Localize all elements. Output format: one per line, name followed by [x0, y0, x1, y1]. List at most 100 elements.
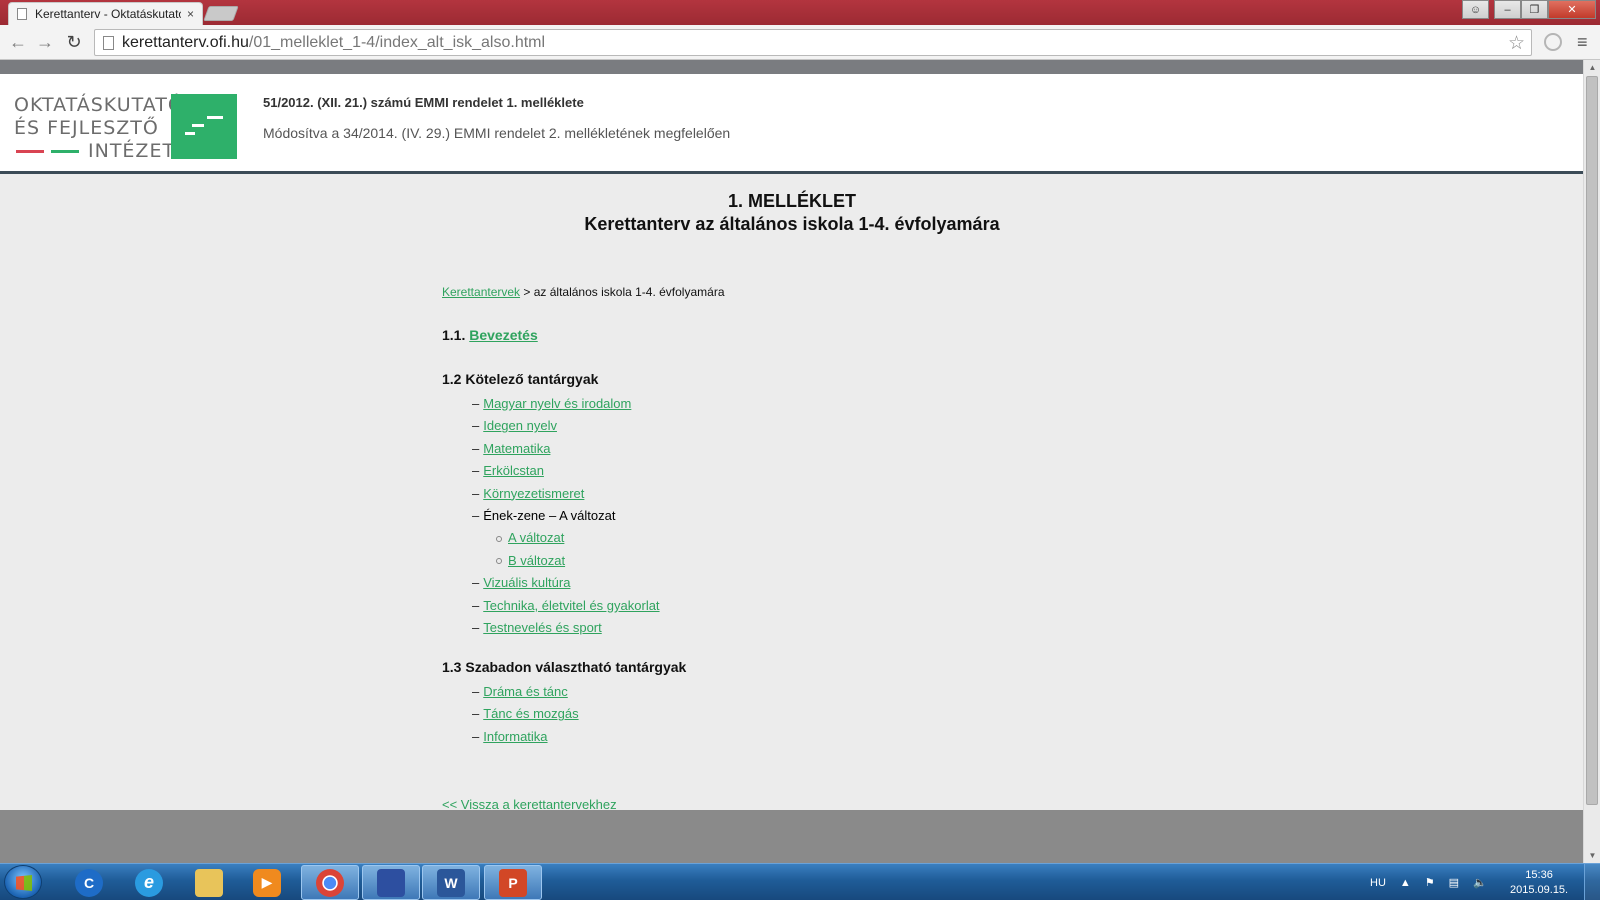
- breadcrumb-current: > az általános iskola 1-4. évfolyamára: [520, 285, 725, 299]
- mandatory-subjects-list: – Magyar nyelv és irodalom – Idegen nyelv …: [472, 393, 660, 639]
- restore-button[interactable]: ❐: [1521, 0, 1548, 19]
- clock-date: 2015.09.15.: [1510, 884, 1569, 896]
- page-icon: [17, 8, 27, 20]
- subject-link[interactable]: Magyar nyelv és irodalom: [483, 396, 631, 411]
- subject-link[interactable]: Környezetismeret: [483, 486, 584, 501]
- taskbar-media-player[interactable]: ▶: [238, 865, 296, 900]
- back-arrow-icon[interactable]: ←: [6, 31, 30, 53]
- list-item: – Tánc és mozgás: [472, 706, 579, 722]
- media-player-icon: ▶: [253, 868, 281, 897]
- taskbar-app-1[interactable]: C: [60, 865, 118, 900]
- powerpoint-icon: P: [499, 868, 527, 897]
- list-item: – Ének-zene – A változat: [472, 507, 616, 523]
- vertical-scrollbar[interactable]: ▲ ▼: [1583, 60, 1600, 863]
- section-1-1: 1.1. Bevezetés: [442, 327, 538, 343]
- list-item: – Erkölcstan: [472, 463, 544, 479]
- clock-time: 15:36: [1525, 869, 1553, 881]
- page-info-icon[interactable]: [103, 35, 114, 50]
- page-title: 1. MELLÉKLET Kerettanterv az általános i…: [442, 190, 1142, 236]
- minimize-button[interactable]: –: [1494, 0, 1521, 19]
- show-hidden-icons-icon[interactable]: ▲: [1400, 877, 1411, 889]
- breadcrumb: Kerettantervek > az általános iskola 1-4…: [442, 285, 725, 299]
- list-item: – Matematika: [472, 440, 551, 456]
- subject-link[interactable]: Vizuális kultúra: [483, 575, 570, 590]
- extension-icon[interactable]: [1544, 33, 1562, 51]
- subject-link[interactable]: Matematika: [483, 441, 550, 456]
- list-item: – Idegen nyelv: [472, 418, 557, 434]
- logo-green-dash: [51, 150, 79, 153]
- scroll-thumb[interactable]: [1586, 76, 1598, 805]
- logo-bar: [207, 116, 223, 119]
- sub-list-item: A változat: [496, 527, 660, 549]
- page-viewport: OKTATÁSKUTATÓ ÉS FEJLESZTŐ INTÉZET 51/20…: [0, 60, 1583, 863]
- decree-title: 51/2012. (XII. 21.) számú EMMI rendelet …: [263, 95, 584, 110]
- window-close-button[interactable]: ✕: [1548, 0, 1596, 19]
- logo-red-dash: [16, 150, 44, 153]
- taskbar-ie[interactable]: e: [120, 865, 178, 900]
- taskbar-chrome[interactable]: [301, 865, 359, 900]
- bullet-circle-icon: [496, 558, 502, 565]
- folder-icon: [195, 868, 223, 897]
- scroll-up-arrow-icon[interactable]: ▲: [1584, 60, 1600, 75]
- system-tray: HU ▲ ⚑ ▤ 🔈: [1370, 864, 1501, 900]
- subject-link[interactable]: Testnevelés és sport: [483, 620, 602, 635]
- list-item: – Magyar nyelv és irodalom: [472, 396, 632, 411]
- subject-link[interactable]: Dráma és tánc: [483, 684, 568, 699]
- windows-logo-icon: [16, 875, 32, 891]
- scroll-down-arrow-icon[interactable]: ▼: [1584, 848, 1600, 863]
- start-button[interactable]: [4, 865, 42, 899]
- chrome-menu-icon[interactable]: ≡: [1577, 32, 1588, 53]
- section-1-3-title: 1.3 Szabadon választható tantárgyak: [442, 659, 687, 675]
- language-indicator[interactable]: HU: [1370, 877, 1386, 889]
- logo-line-1: OKTATÁSKUTATÓ: [14, 94, 184, 116]
- subject-link[interactable]: Informatika: [483, 729, 547, 744]
- tab-close-icon[interactable]: ×: [187, 7, 194, 21]
- taskbar-explorer[interactable]: [180, 865, 238, 900]
- list-item: – Informatika: [472, 728, 548, 744]
- show-desktop-button[interactable]: [1584, 864, 1600, 900]
- institute-logo-icon[interactable]: [171, 94, 237, 159]
- network-icon[interactable]: ▤: [1449, 876, 1459, 889]
- chrome-icon: [316, 868, 344, 897]
- logo-line-2: ÉS FEJLESZTŐ: [14, 117, 159, 139]
- subject-link[interactable]: Erkölcstan: [483, 463, 544, 478]
- list-item: – Testnevelés és sport: [472, 619, 602, 635]
- breadcrumb-link-kerettantervek[interactable]: Kerettantervek: [442, 285, 520, 299]
- taskbar-powerpoint[interactable]: P: [484, 865, 542, 900]
- bullet-circle-icon: [496, 535, 502, 542]
- list-item: A változat: [472, 527, 660, 549]
- top-strip: [0, 60, 1583, 74]
- sub-list-item: B változat: [496, 550, 660, 572]
- taskbar: C e ▶ W P HU ▲ ⚑ ▤ 🔈 15:36 2015.09.15.: [0, 863, 1600, 900]
- optional-subjects-list: – Dráma és tánc – Tánc és mozgás – Informat…: [472, 681, 579, 748]
- variant-a-link[interactable]: A változat: [508, 530, 564, 545]
- list-item: B változat: [472, 550, 660, 572]
- taskbar-save-app[interactable]: [362, 865, 420, 900]
- decree-subtitle: Módosítva a 34/2014. (IV. 29.) EMMI rend…: [263, 125, 731, 141]
- app-c-icon: C: [75, 868, 103, 897]
- reload-icon[interactable]: ↻: [62, 31, 86, 53]
- volume-icon[interactable]: 🔈: [1473, 876, 1487, 889]
- user-icon[interactable]: ☺: [1462, 0, 1489, 19]
- list-item: – Környezetismeret: [472, 485, 585, 501]
- clock[interactable]: 15:36 2015.09.15.: [1510, 868, 1568, 898]
- profile-button[interactable]: ☺: [1462, 0, 1489, 19]
- browser-tab[interactable]: Kerettanterv - Oktatáskutató ×: [8, 2, 203, 25]
- page-title-line-2: Kerettanterv az általános iskola 1-4. év…: [584, 214, 1000, 234]
- variant-b-link[interactable]: B változat: [508, 553, 565, 568]
- subject-link[interactable]: Technika, életvitel és gyakorlat: [483, 598, 659, 613]
- section-1-1-prefix: 1.1.: [442, 327, 470, 343]
- address-bar[interactable]: kerettanterv.ofi.hu/01_melleklet_1-4/ind…: [94, 29, 1532, 56]
- logo-bar: [192, 124, 204, 127]
- logo-bar: [185, 132, 195, 135]
- forward-arrow-icon[interactable]: →: [33, 31, 57, 53]
- new-tab-button[interactable]: [203, 6, 239, 21]
- taskbar-word[interactable]: W: [422, 865, 480, 900]
- link-bevezetes[interactable]: Bevezetés: [469, 327, 538, 343]
- subject-link[interactable]: Idegen nyelv: [483, 418, 557, 433]
- action-center-flag-icon[interactable]: ⚑: [1425, 876, 1435, 889]
- url-path: /01_melleklet_1-4/index_alt_isk_also.htm…: [248, 33, 546, 51]
- subject-link[interactable]: Tánc és mozgás: [483, 706, 578, 721]
- bookmark-star-icon[interactable]: ☆: [1508, 32, 1525, 55]
- word-icon: W: [437, 868, 465, 897]
